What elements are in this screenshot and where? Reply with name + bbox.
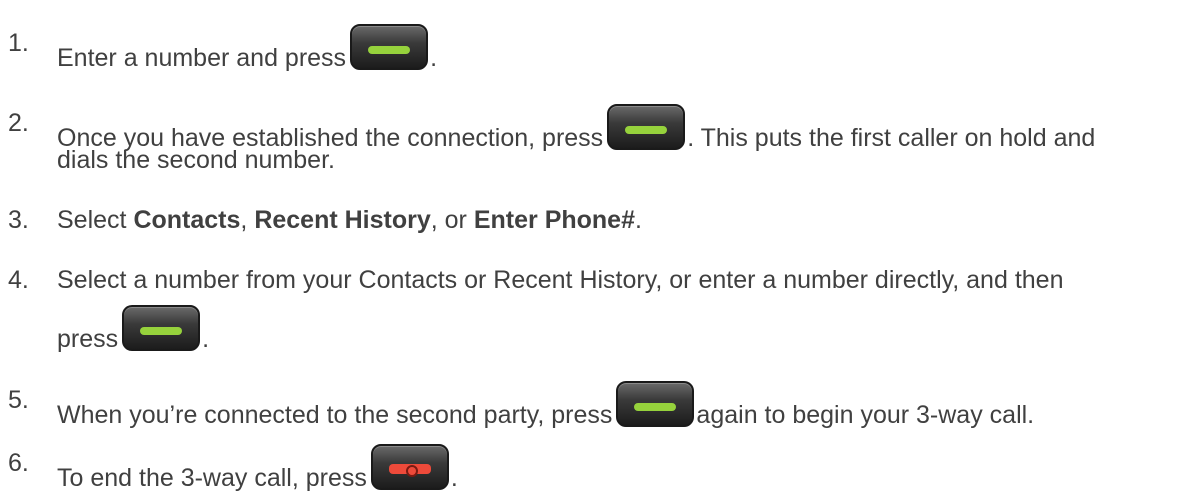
- step-number: 4.: [8, 266, 29, 294]
- step-text-part: press: [57, 325, 119, 353]
- step-number: 2.: [8, 109, 29, 137]
- step-text-part: .: [430, 44, 438, 72]
- step-text-part: Enter a number and press: [57, 44, 347, 72]
- talk-key-icon: [122, 305, 201, 351]
- step-text: Enter a number and press.: [57, 24, 437, 77]
- step-text-part: .: [635, 206, 642, 234]
- talk-key-icon: [607, 104, 686, 150]
- step-number: 1.: [8, 29, 29, 57]
- talk-key-bar: [634, 403, 677, 411]
- step-text-part: , or: [430, 206, 474, 234]
- end-key-icon: [370, 444, 449, 490]
- step-text: Select a number from your Contacts or Re…: [57, 266, 1064, 294]
- talk-key-bar: [140, 327, 183, 335]
- end-key-dot: [405, 465, 418, 477]
- talk-key-bar: [625, 126, 668, 134]
- step-text: To end the 3-way call, press.: [57, 444, 458, 497]
- step-text-part: Select: [57, 206, 134, 234]
- step-text: press.: [57, 305, 209, 358]
- talk-key-icon: [350, 24, 429, 70]
- talk-key-icon: [616, 381, 695, 427]
- step-number: 5.: [8, 386, 29, 414]
- talk-key-bar: [368, 46, 411, 54]
- menu-option-enter-phone: Enter Phone#: [473, 206, 635, 234]
- step-text-part: When you’re connected to the second part…: [57, 401, 613, 429]
- step-number: 3.: [8, 206, 29, 234]
- step-text-part: again to begin your 3-way call.: [696, 401, 1035, 429]
- step-text-part: ,: [240, 206, 255, 234]
- menu-option-contacts: Contacts: [133, 206, 241, 234]
- menu-option-recent-history: Recent History: [254, 206, 431, 234]
- step-number: 6.: [8, 449, 29, 477]
- step-text: When you’re connected to the second part…: [57, 381, 1034, 434]
- step-text-part: .: [450, 464, 458, 492]
- step-text-part: dials the second number.: [57, 146, 335, 174]
- step-text-part: To end the 3-way call, press: [57, 464, 367, 492]
- step-text: Select Contacts, Recent History, or Ente…: [57, 201, 642, 239]
- step-text-part: .: [202, 325, 210, 353]
- step-text-part: . This puts the first caller on hold and: [687, 124, 1096, 152]
